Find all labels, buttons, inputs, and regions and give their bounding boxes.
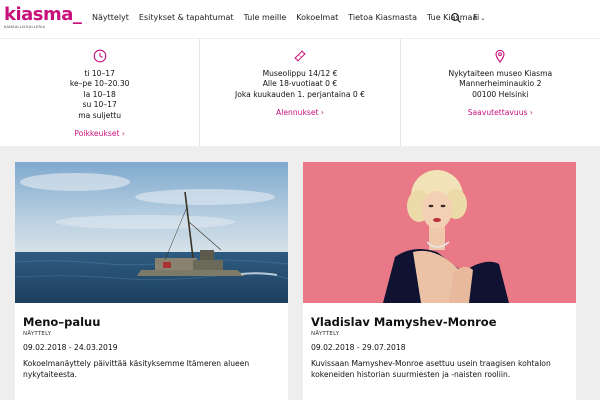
discounts-link[interactable]: Alennukset › <box>276 108 324 117</box>
nav-item-tietoa[interactable]: Tietoa Kiasmasta <box>348 13 417 22</box>
exhibition-image-boat[interactable] <box>15 162 288 303</box>
hours-line: su 10–17 <box>82 100 117 110</box>
hours-line: ti 10–17 <box>84 69 115 78</box>
exhibitions-section: Meno–paluu NÄYTTELY 09.02.2018 - 24.03.2… <box>0 146 600 400</box>
language-selector[interactable]: Fi⌄ <box>473 13 485 22</box>
opening-hours: ti 10–17 ke–pe 10–20.30 la 10–18 su 10–1… <box>0 39 201 146</box>
exceptions-link[interactable]: Poikkeukset › <box>74 129 125 138</box>
address-line: Nykytaiteen museo Kiasma <box>448 69 553 78</box>
exhibition-type: NÄYTTELY <box>311 331 340 337</box>
location-pin-icon <box>495 49 505 63</box>
nav-item-tule-meille[interactable]: Tule meille <box>244 13 287 22</box>
chevron-down-icon: ⌄ <box>480 15 486 22</box>
exhibition-card[interactable]: Meno–paluu NÄYTTELY 09.02.2018 - 24.03.2… <box>15 162 288 400</box>
site-header: kiasma_ KANSALLISGALLERIA Näyttelyt Esit… <box>0 0 600 38</box>
nav-item-nayttelyt[interactable]: Näyttelyt <box>92 13 129 22</box>
clock-icon <box>93 49 107 63</box>
search-icon[interactable] <box>450 12 462 24</box>
hours-line: ke–pe 10–20.30 <box>69 79 130 89</box>
price-line: Museolippu 14/12 € <box>262 69 338 78</box>
exhibition-description: Kuvissaan Mamyshev-Monroe asettuu usein … <box>311 359 551 379</box>
exhibition-image-portrait[interactable] <box>303 162 576 303</box>
visitor-info: ti 10–17 ke–pe 10–20.30 la 10–18 su 10–1… <box>0 38 600 146</box>
exhibition-dates: 09.02.2018 - 24.03.2019 <box>23 343 118 352</box>
logo-wordmark: kiasma_ <box>4 4 82 25</box>
exhibition-dates: 09.02.2018 - 29.07.2018 <box>311 343 406 352</box>
exhibition-title[interactable]: Meno–paluu <box>23 315 280 329</box>
exhibition-title[interactable]: Vladislav Mamyshev-Monroe <box>311 315 568 329</box>
price-line: Alle 18-vuotiaat 0 € <box>262 79 338 89</box>
accessibility-link[interactable]: Saavutettavuus › <box>468 108 533 117</box>
logo-subtitle: KANSALLISGALLERIA <box>4 25 46 29</box>
museum-address: Nykytaiteen museo Kiasma Mannerheiminauk… <box>401 39 600 146</box>
price-line: Joka kuukauden 1. perjantaina 0 € <box>234 89 365 99</box>
exhibition-type: NÄYTTELY <box>23 331 52 337</box>
hours-line: la 10–18 <box>83 89 116 99</box>
nav-item-esitykset[interactable]: Esitykset & tapahtumat <box>139 13 234 22</box>
address-line: Mannerheiminaukio 2 <box>459 79 542 89</box>
ticket-prices: Museolippu 14/12 € Alle 18-vuotiaat 0 € … <box>200 39 401 146</box>
exhibition-card[interactable]: Vladislav Mamyshev-Monroe NÄYTTELY 09.02… <box>303 162 576 400</box>
language-label: Fi <box>473 13 480 22</box>
hours-line: ma suljettu <box>78 110 122 120</box>
main-nav: Näyttelyt Esitykset & tapahtumat Tule me… <box>92 13 487 22</box>
address-line: 00100 Helsinki <box>472 89 529 99</box>
nav-item-kokoelmat[interactable]: Kokoelmat <box>296 13 338 22</box>
ticket-icon <box>294 50 306 62</box>
kiasma-logo[interactable]: kiasma_ KANSALLISGALLERIA <box>4 4 82 30</box>
exhibition-description: Kokoelmanäyttely päivittää käsityksemme … <box>23 359 250 379</box>
